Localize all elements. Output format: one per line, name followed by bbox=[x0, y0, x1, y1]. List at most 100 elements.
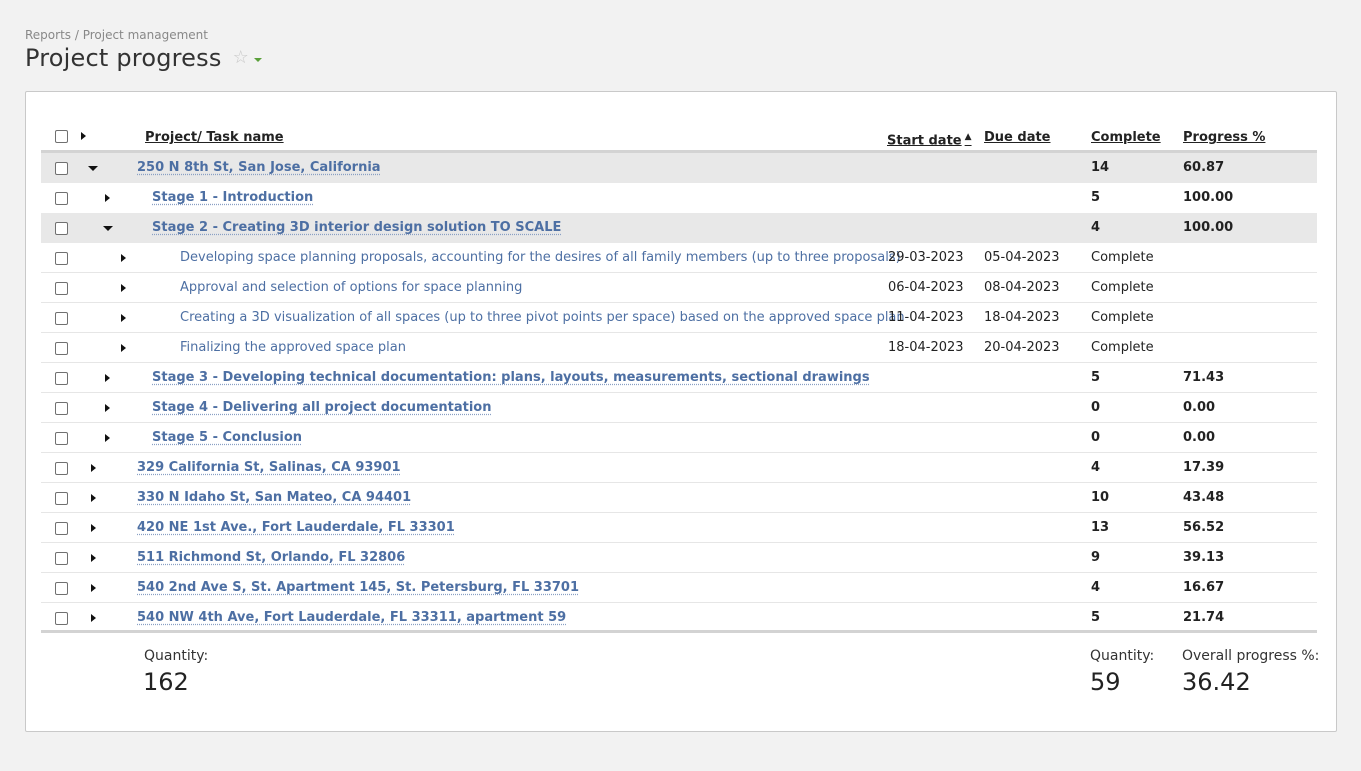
row-checkbox[interactable] bbox=[55, 372, 68, 385]
row-checkbox[interactable] bbox=[55, 582, 68, 595]
chevron-down-icon[interactable] bbox=[253, 57, 262, 62]
progress-percent: 43.48 bbox=[1183, 490, 1225, 505]
progress-percent: 56.52 bbox=[1183, 520, 1225, 535]
complete-count: 5 bbox=[1091, 190, 1101, 205]
row-checkbox[interactable] bbox=[55, 552, 68, 565]
table-row: Developing space planning proposals, acc… bbox=[41, 243, 1317, 273]
total-quantity-value: 162 bbox=[143, 668, 189, 696]
expand-icon[interactable] bbox=[91, 464, 96, 472]
progress-percent: 71.43 bbox=[1183, 370, 1225, 385]
complete-quantity-value: 59 bbox=[1090, 668, 1121, 696]
row-checkbox[interactable] bbox=[55, 402, 68, 415]
stage-name-link[interactable]: Stage 3 - Developing technical documenta… bbox=[152, 363, 870, 393]
row-checkbox[interactable] bbox=[55, 462, 68, 475]
row-checkbox[interactable] bbox=[55, 282, 68, 295]
table-row: 540 NW 4th Ave, Fort Lauderdale, FL 3331… bbox=[41, 603, 1317, 633]
complete-count: 14 bbox=[1091, 160, 1110, 175]
total-quantity-label: Quantity: bbox=[144, 648, 209, 664]
row-checkbox[interactable] bbox=[55, 192, 68, 205]
complete-count: 9 bbox=[1091, 550, 1101, 565]
complete-status: Complete bbox=[1091, 340, 1154, 355]
expand-icon[interactable] bbox=[105, 434, 110, 442]
stage-name-link[interactable]: Stage 1 - Introduction bbox=[152, 183, 313, 213]
complete-status: Complete bbox=[1091, 280, 1154, 295]
table-row: 329 California St, Salinas, CA 93901 4 1… bbox=[41, 453, 1317, 483]
task-name-link[interactable]: Creating a 3D visualization of all space… bbox=[180, 303, 905, 333]
complete-count: 5 bbox=[1091, 370, 1101, 385]
table-header: Project/ Task name Start date ▲ Due date … bbox=[41, 122, 1317, 153]
complete-count: 10 bbox=[1091, 490, 1110, 505]
table-row: Approval and selection of options for sp… bbox=[41, 273, 1317, 303]
complete-quantity-label: Quantity: bbox=[1090, 648, 1155, 664]
progress-percent: 39.13 bbox=[1183, 550, 1225, 565]
select-all-checkbox[interactable] bbox=[55, 130, 68, 143]
row-checkbox[interactable] bbox=[55, 162, 68, 175]
row-checkbox[interactable] bbox=[55, 522, 68, 535]
project-name-link[interactable]: 540 2nd Ave S, St. Apartment 145, St. Pe… bbox=[137, 573, 579, 603]
collapse-icon[interactable] bbox=[88, 166, 98, 171]
complete-count: 0 bbox=[1091, 430, 1101, 445]
row-checkbox[interactable] bbox=[55, 222, 68, 235]
complete-count: 5 bbox=[1091, 610, 1101, 625]
row-checkbox[interactable] bbox=[55, 312, 68, 325]
project-name-link[interactable]: 330 N Idaho St, San Mateo, CA 94401 bbox=[137, 483, 411, 513]
column-header-complete[interactable]: Complete bbox=[1091, 122, 1161, 153]
expand-all-icon[interactable] bbox=[81, 132, 86, 140]
complete-count: 4 bbox=[1091, 220, 1101, 235]
row-checkbox[interactable] bbox=[55, 342, 68, 355]
stage-name-link[interactable]: Stage 5 - Conclusion bbox=[152, 423, 302, 453]
stage-name-link[interactable]: Stage 4 - Delivering all project documen… bbox=[152, 393, 492, 423]
breadcrumb[interactable]: Reports / Project management bbox=[25, 28, 208, 42]
project-name-link[interactable]: 540 NW 4th Ave, Fort Lauderdale, FL 3331… bbox=[137, 603, 566, 633]
progress-percent: 100.00 bbox=[1183, 220, 1234, 235]
table-row: Stage 1 - Introduction 5 100.00 bbox=[41, 183, 1317, 213]
project-name-link[interactable]: 250 N 8th St, San Jose, California bbox=[137, 153, 381, 183]
start-date: 11-04-2023 bbox=[888, 310, 964, 325]
expand-icon[interactable] bbox=[105, 194, 110, 202]
task-name-link[interactable]: Developing space planning proposals, acc… bbox=[180, 243, 901, 273]
expand-icon[interactable] bbox=[91, 494, 96, 502]
table-row: 511 Richmond St, Orlando, FL 32806 9 39.… bbox=[41, 543, 1317, 573]
overall-progress-value: 36.42 bbox=[1182, 668, 1251, 696]
project-name-link[interactable]: 511 Richmond St, Orlando, FL 32806 bbox=[137, 543, 405, 573]
expand-icon[interactable] bbox=[121, 344, 126, 352]
star-icon[interactable]: ☆ bbox=[233, 49, 249, 67]
column-header-due-date[interactable]: Due date bbox=[984, 122, 1051, 153]
page-title: Project progress bbox=[25, 44, 222, 72]
start-date: 29-03-2023 bbox=[888, 250, 964, 265]
expand-icon[interactable] bbox=[121, 314, 126, 322]
complete-count: 13 bbox=[1091, 520, 1110, 535]
expand-icon[interactable] bbox=[91, 554, 96, 562]
row-checkbox[interactable] bbox=[55, 612, 68, 625]
table-row: 540 2nd Ave S, St. Apartment 145, St. Pe… bbox=[41, 573, 1317, 603]
expand-icon[interactable] bbox=[105, 404, 110, 412]
project-name-link[interactable]: 329 California St, Salinas, CA 93901 bbox=[137, 453, 401, 483]
table-row: Finalizing the approved space plan 18-04… bbox=[41, 333, 1317, 363]
row-checkbox[interactable] bbox=[55, 432, 68, 445]
expand-icon[interactable] bbox=[91, 584, 96, 592]
row-checkbox[interactable] bbox=[55, 492, 68, 505]
table-row: Stage 2 - Creating 3D interior design so… bbox=[41, 213, 1317, 243]
expand-icon[interactable] bbox=[121, 254, 126, 262]
task-name-link[interactable]: Finalizing the approved space plan bbox=[180, 333, 406, 363]
expand-icon[interactable] bbox=[91, 614, 96, 622]
row-checkbox[interactable] bbox=[55, 252, 68, 265]
project-name-link[interactable]: 420 NE 1st Ave., Fort Lauderdale, FL 333… bbox=[137, 513, 455, 543]
expand-icon[interactable] bbox=[105, 374, 110, 382]
collapse-icon[interactable] bbox=[103, 226, 113, 231]
table-row: 330 N Idaho St, San Mateo, CA 94401 10 4… bbox=[41, 483, 1317, 513]
progress-percent: 21.74 bbox=[1183, 610, 1225, 625]
column-header-name[interactable]: Project/ Task name bbox=[145, 122, 284, 153]
title-row: Project progress ☆ bbox=[25, 44, 262, 72]
table-row: 250 N 8th St, San Jose, California 14 60… bbox=[41, 153, 1317, 183]
task-name-link[interactable]: Approval and selection of options for sp… bbox=[180, 273, 522, 303]
table-row: Creating a 3D visualization of all space… bbox=[41, 303, 1317, 333]
stage-name-link[interactable]: Stage 2 - Creating 3D interior design so… bbox=[152, 213, 561, 243]
sort-asc-icon: ▲ bbox=[964, 132, 972, 142]
column-header-start-date[interactable]: Start date ▲ bbox=[887, 122, 972, 153]
report-panel: Project/ Task name Start date ▲ Due date … bbox=[25, 91, 1337, 732]
start-date: 06-04-2023 bbox=[888, 280, 964, 295]
expand-icon[interactable] bbox=[91, 524, 96, 532]
expand-icon[interactable] bbox=[121, 284, 126, 292]
column-header-progress[interactable]: Progress % bbox=[1183, 122, 1265, 153]
